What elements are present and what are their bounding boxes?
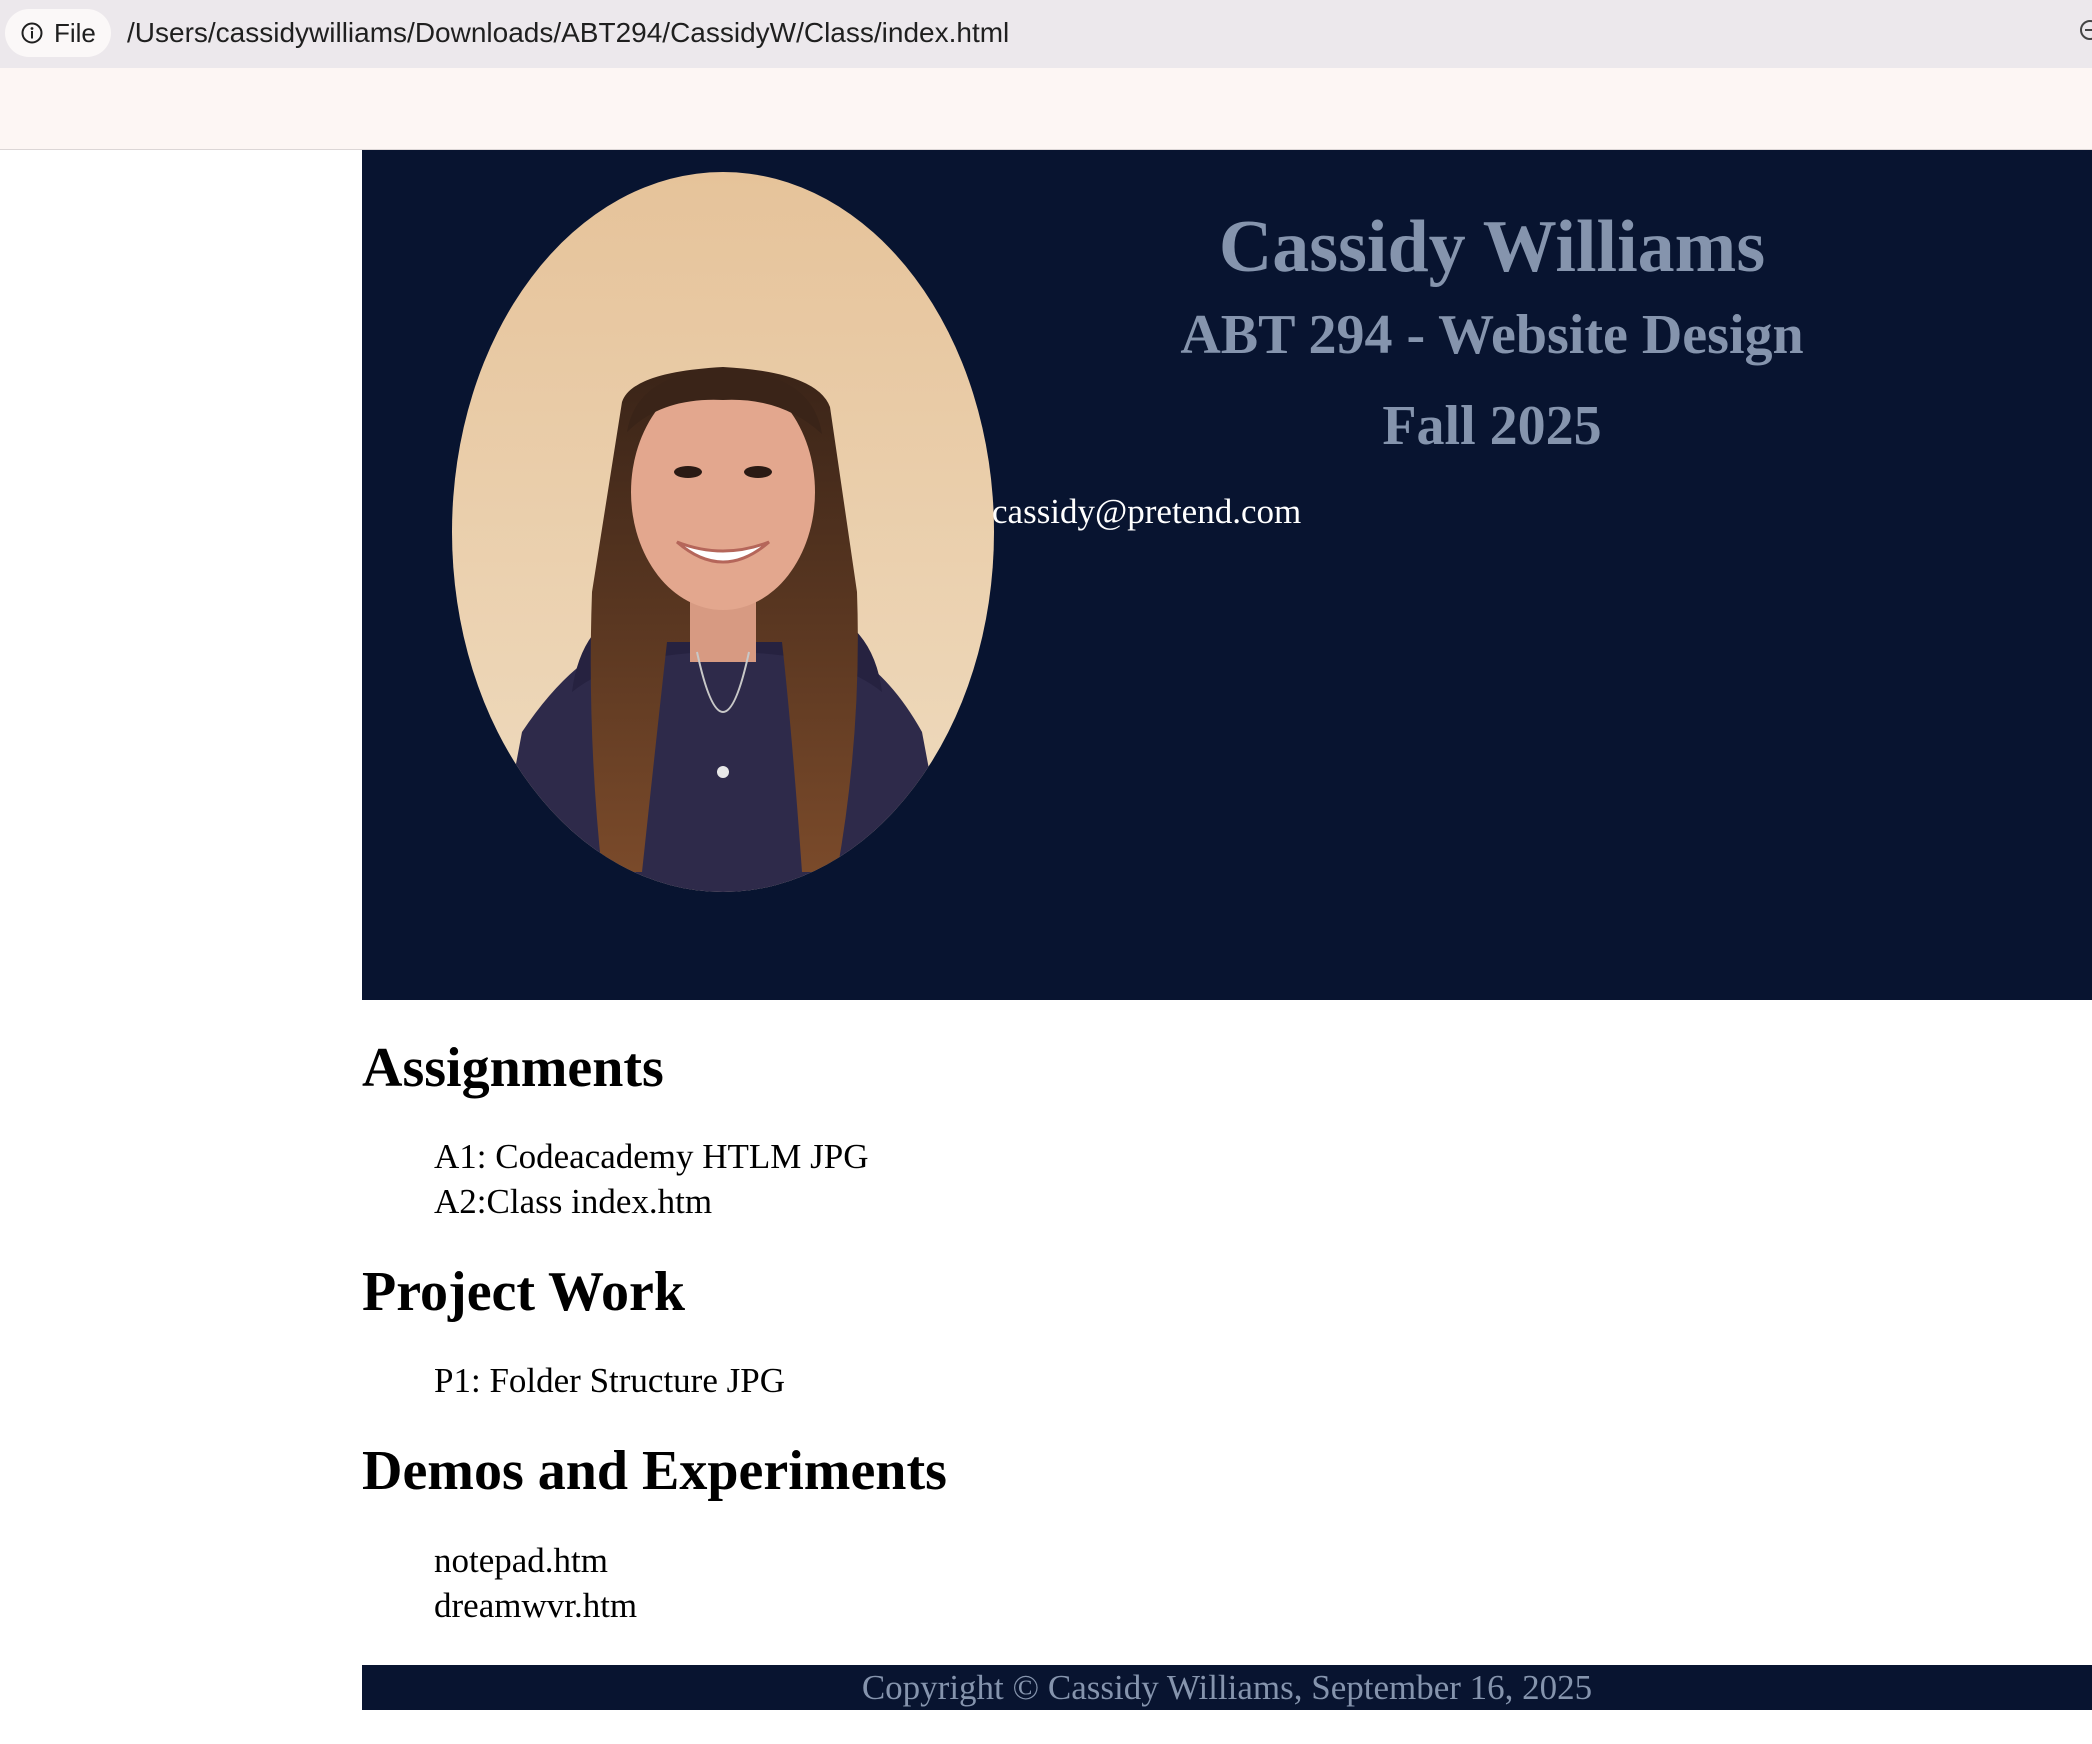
- info-icon: [21, 22, 43, 44]
- assignments-list: A1: Codeacademy HTLM JPG A2:Class index.…: [434, 1134, 869, 1224]
- assignment-link-a2[interactable]: A2:Class index.htm: [434, 1179, 869, 1224]
- demo-link-notepad[interactable]: notepad.htm: [434, 1538, 637, 1583]
- demos-list: notepad.htm dreamwvr.htm: [434, 1538, 637, 1628]
- assignment-link-a1[interactable]: A1: Codeacademy HTLM JPG: [434, 1134, 869, 1179]
- email-link[interactable]: cassidy@pretend.com: [992, 490, 1301, 534]
- header-banner: Cassidy Williams ABT 294 - Website Desig…: [362, 150, 2092, 1000]
- projects-heading: Project Work: [362, 1261, 685, 1323]
- demos-heading: Demos and Experiments: [362, 1440, 947, 1502]
- project-link-p1[interactable]: P1: Folder Structure JPG: [434, 1358, 785, 1403]
- copyright-text: Copyright © Cassidy Williams, September …: [861, 1668, 1593, 1707]
- scheme-label: File: [54, 18, 96, 48]
- demo-link-dreamweaver[interactable]: dreamwvr.htm: [434, 1583, 637, 1628]
- term-title: Fall 2025: [1382, 395, 1602, 457]
- course-title: ABT 294 - Website Design: [1180, 304, 1804, 366]
- projects-list: P1: Folder Structure JPG: [434, 1358, 785, 1403]
- footer: Copyright © Cassidy Williams, September …: [362, 1665, 2092, 1710]
- assignments-heading: Assignments: [362, 1037, 664, 1099]
- profile-photo: [452, 172, 994, 892]
- bookmarks-bar: [0, 68, 2092, 150]
- url-field[interactable]: /Users/cassidywilliams/Downloads/ABT294/…: [127, 16, 1009, 50]
- browser-address-bar: File /Users/cassidywilliams/Downloads/AB…: [0, 0, 2092, 68]
- zoom-icon[interactable]: [2078, 18, 2092, 42]
- site-title: Cassidy Williams: [1218, 206, 1766, 288]
- site-info-chip[interactable]: File: [5, 9, 111, 57]
